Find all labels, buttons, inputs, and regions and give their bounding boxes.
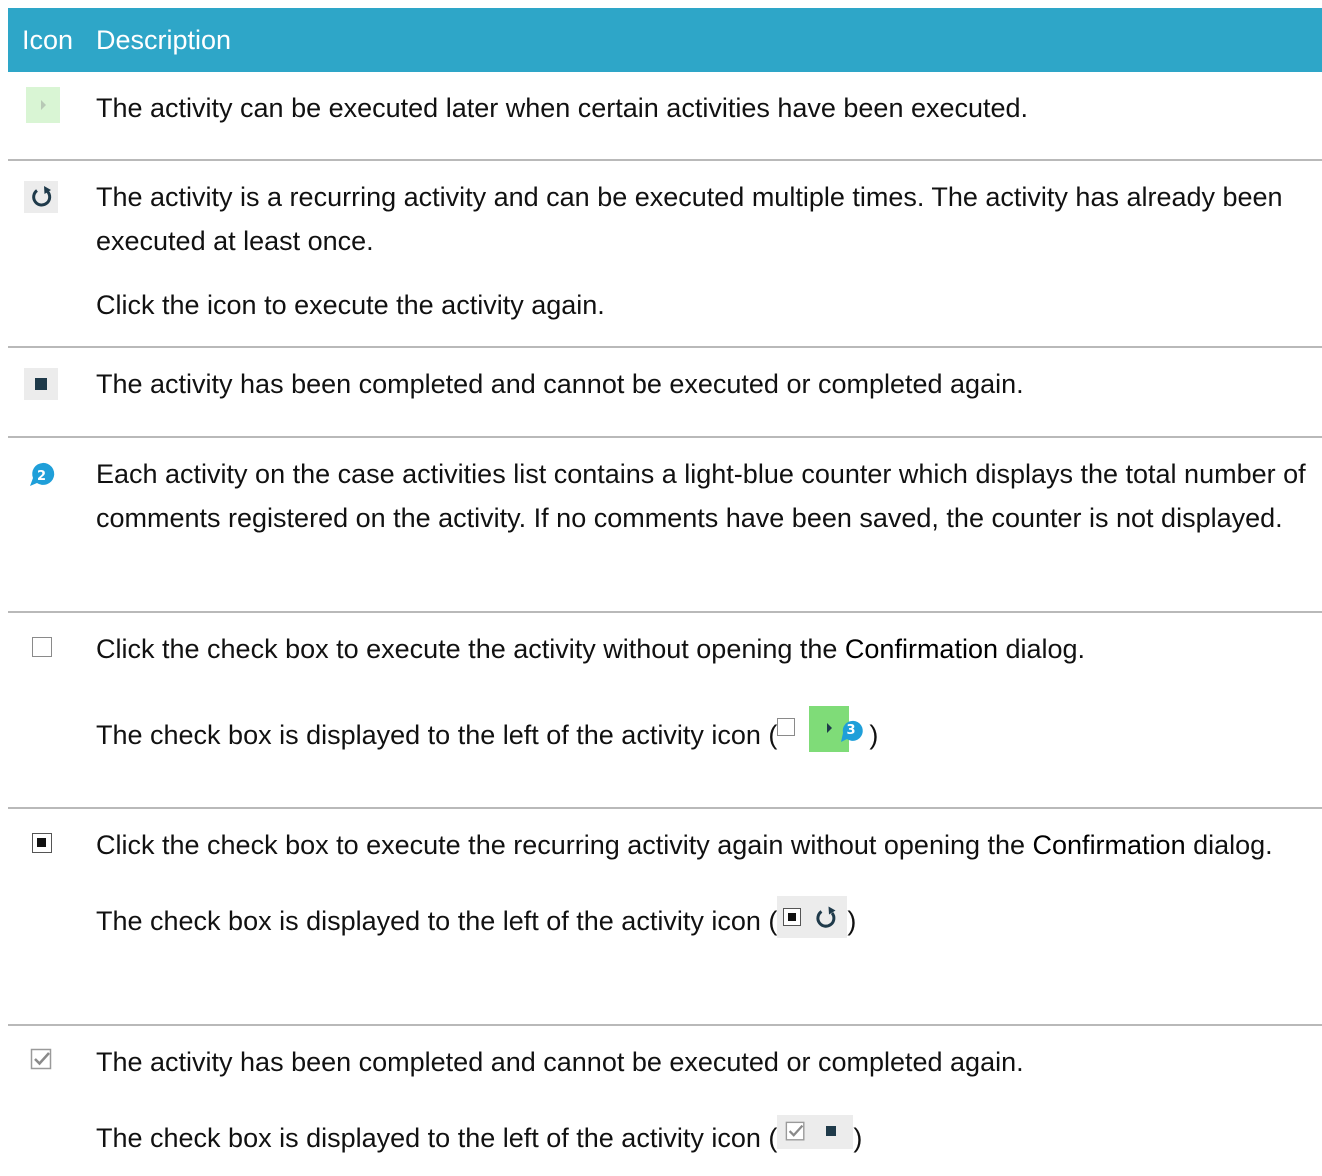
icon-description-table: Icon Description The activity can be exe… <box>8 8 1322 1176</box>
checkbox-empty-icon <box>22 629 62 665</box>
description-text: The activity can be executed later when … <box>96 93 1029 123</box>
table-row: The activity has been completed and cann… <box>8 348 1322 438</box>
row-description: The activity has been completed and cann… <box>96 1026 1312 1160</box>
recurring-icon <box>22 179 62 215</box>
description-text: The check box is displayed to the left o… <box>96 1115 1312 1160</box>
table-row: The activity has been completed and cann… <box>8 1026 1322 1176</box>
description-text: The activity has been completed and cann… <box>96 1047 1024 1077</box>
checkbox-filled-icon <box>783 908 802 926</box>
table-row: The activity is a recurring activity and… <box>8 161 1322 348</box>
recurring-icon <box>816 906 836 928</box>
header-description-column: Description <box>96 24 232 55</box>
description-text: The activity has been completed and cann… <box>96 369 1024 399</box>
row-description: Each activity on the case activities lis… <box>96 438 1312 540</box>
inline-example-icons: 3 <box>777 706 869 762</box>
table-header: Icon Description <box>8 8 1322 72</box>
description-text: The check box is displayed to the left o… <box>96 706 1312 762</box>
text-part: ) <box>847 906 857 936</box>
text-part: Click the check box to execute the activ… <box>96 634 845 664</box>
comment-count: 3 <box>847 723 856 738</box>
description-text: The check box is displayed to the left o… <box>96 896 1312 946</box>
row-description: The activity can be executed later when … <box>96 72 1312 130</box>
text-part: The check box is displayed to the left o… <box>96 906 778 936</box>
row-description: Click the check box to execute the recur… <box>96 809 1312 946</box>
checkbox-filled-icon <box>22 825 62 861</box>
confirmation-term: Con­firmation <box>1032 830 1186 860</box>
later-arrow-icon <box>22 87 62 123</box>
checkbox-checked-icon <box>22 1042 62 1078</box>
comment-counter-icon: 2 <box>22 456 62 492</box>
row-description: The activity is a recurring activity and… <box>96 161 1312 327</box>
text-part: ) <box>869 720 879 750</box>
inline-example-icons <box>777 896 848 938</box>
later-arrow-icon: 3 <box>809 706 864 752</box>
confirmation-term: Confirmation <box>844 634 998 664</box>
text-part: dialog. <box>997 634 1086 664</box>
table-row: 2 Each activity on the case activities l… <box>8 438 1322 613</box>
description-text: Click the check box to execute the activ… <box>96 627 1312 671</box>
row-description: The activity has been completed and cann… <box>96 348 1312 406</box>
checkbox-checked-icon <box>786 1121 805 1141</box>
table-row: The activity can be executed later when … <box>8 72 1322 161</box>
description-text: Click the check box to execute the recur… <box>96 823 1312 867</box>
text-part: Click the check box to execute the recur… <box>96 830 1033 860</box>
table-row: Click the check box to execute the activ… <box>8 613 1322 809</box>
description-text: The activity is a recurring activity and… <box>96 182 1283 256</box>
table-row: Click the check box to execute the recur… <box>8 809 1322 1026</box>
comment-count: 2 <box>37 469 46 484</box>
inline-example-icons <box>777 1115 854 1149</box>
row-description: Click the check box to execute the activ… <box>96 613 1312 762</box>
completed-square-icon <box>22 366 62 402</box>
completed-square-icon <box>826 1126 837 1136</box>
description-text: Click the icon to execute the activity a… <box>96 290 605 320</box>
text-part: The check box is displayed to the left o… <box>96 720 778 750</box>
checkbox-empty-icon <box>777 718 796 736</box>
description-text: Each activity on the case activities lis… <box>96 459 1306 533</box>
header-icon-column: Icon <box>22 24 74 55</box>
text-part: dialog. <box>1185 830 1273 860</box>
